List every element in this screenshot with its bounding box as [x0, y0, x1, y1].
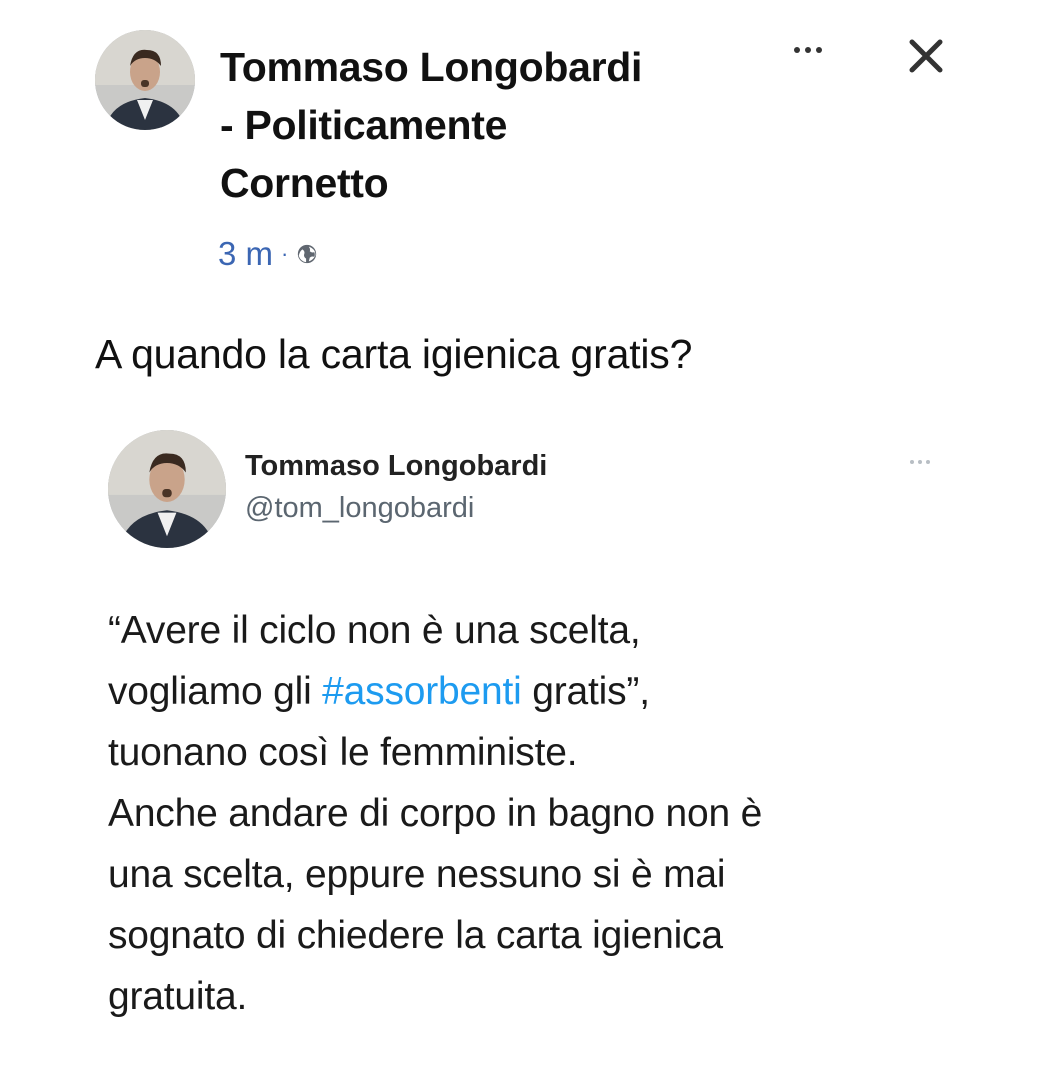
tweet-line: Anche andare di corpo in bagno non è	[108, 792, 763, 835]
tweet-line: “Avere il ciclo non è una scelta,	[108, 609, 641, 652]
post-time[interactable]: 3 m	[218, 235, 273, 273]
more-icon	[902, 454, 938, 470]
tweet-line: vogliamo gli #assorbenti gratis”,	[108, 661, 938, 722]
post-text: A quando la carta igienica gratis?	[95, 331, 693, 377]
more-dot	[794, 47, 800, 53]
page-name-line: Cornetto	[220, 160, 389, 206]
close-icon[interactable]	[900, 30, 952, 82]
tweet-line: una scelta, eppure nessuno si è mai	[108, 853, 726, 896]
tweet-avatar	[108, 430, 226, 548]
more-dot	[918, 460, 922, 464]
more-dot	[805, 47, 811, 53]
page-name-line: Tommaso Longobardi	[220, 44, 643, 90]
page-name-line: - Politicamente	[220, 102, 508, 148]
page-name[interactable]: Tommaso Longobardi - Politicamente Corne…	[220, 38, 760, 212]
post-meta: 3 m ·	[218, 232, 318, 276]
hashtag-link: #assorbenti	[322, 670, 522, 713]
tweet-text: gratis”,	[521, 670, 650, 713]
tweet-line: tuonano così le femministe.	[108, 731, 578, 774]
tweet-text: vogliamo gli	[108, 670, 323, 713]
avatar-image	[95, 30, 195, 130]
post-header: Tommaso Longobardi - Politicamente Corne…	[0, 0, 1037, 300]
meta-separator: ·	[281, 241, 289, 266]
more-dot	[926, 460, 930, 464]
tweet-author-name: Tommaso Longobardi	[245, 450, 548, 482]
avatar-image	[108, 430, 226, 548]
tweet-line: sognato di chiedere la carta igienica	[108, 914, 723, 957]
tweet-screenshot[interactable]: Tommaso Longobardi @tom_longobardi “Aver…	[60, 410, 980, 1079]
more-icon[interactable]	[787, 38, 829, 62]
tweet-author-handle: @tom_longobardi	[245, 492, 475, 524]
tweet-body: “Avere il ciclo non è una scelta, voglia…	[108, 600, 938, 1027]
page-avatar[interactable]	[95, 30, 195, 130]
globe-icon	[296, 235, 318, 273]
tweet-line: gratuita.	[108, 975, 248, 1018]
more-dot	[910, 460, 914, 464]
more-dot	[816, 47, 822, 53]
